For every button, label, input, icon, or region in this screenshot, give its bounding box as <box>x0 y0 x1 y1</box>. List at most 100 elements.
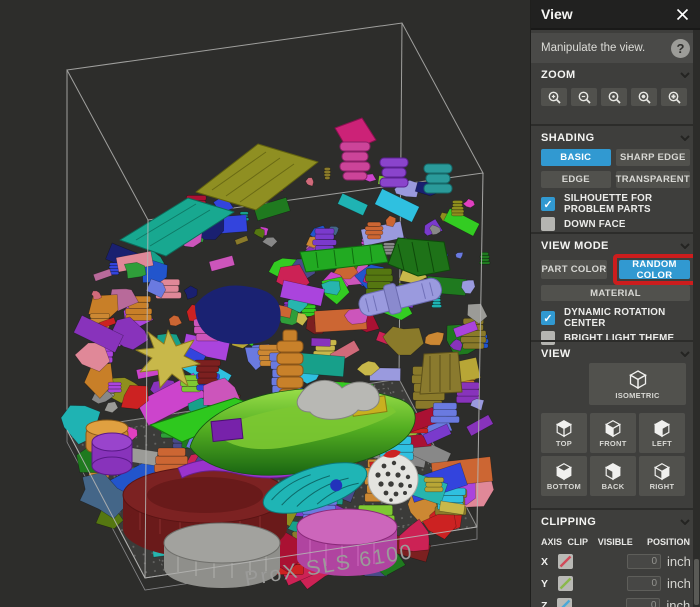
section-view-mode: VIEW MODE PART COLOR RANDOM COLOR MATERI… <box>531 235 700 345</box>
view-top-button[interactable]: TOP <box>541 413 587 453</box>
view-isometric-button[interactable]: ISOMETRIC <box>589 363 686 405</box>
view-button-label: BACK <box>602 482 625 491</box>
view-button-label: ISOMETRIC <box>615 391 659 400</box>
chevron-down-icon <box>680 135 690 141</box>
build-volume-scene: ProX SLS 6100 <box>0 0 530 607</box>
unit-label: inch <box>667 576 691 591</box>
close-icon <box>676 8 689 21</box>
zoom-fit-icon <box>637 90 652 105</box>
zoom-fit-button[interactable] <box>631 88 657 106</box>
section-label-view: VIEW <box>541 348 571 360</box>
help-text: Manipulate the view. <box>541 42 645 54</box>
section-label-clipping: CLIPPING <box>541 516 596 528</box>
close-button[interactable] <box>674 6 690 22</box>
view-right-button[interactable]: RIGHT <box>639 456 685 496</box>
zoom-in-button[interactable] <box>541 88 567 106</box>
silhouette-checkbox-row[interactable]: ✓ SILHOUETTE FOR PROBLEM PARTS <box>541 197 690 211</box>
cube-front-icon <box>603 418 623 438</box>
view-left-button[interactable]: LEFT <box>639 413 685 453</box>
zoom-out-icon <box>577 90 592 105</box>
panel-titlebar: View <box>531 0 700 30</box>
section-header-view-mode[interactable]: VIEW MODE <box>541 235 690 257</box>
clip-slash-icon <box>557 598 572 607</box>
clip-checkbox-z[interactable] <box>557 598 572 607</box>
chevron-down-icon <box>680 243 690 249</box>
section-header-clipping[interactable]: CLIPPING <box>541 511 690 533</box>
unit-label: inch <box>666 598 690 607</box>
view-button-label: RIGHT <box>650 482 675 491</box>
checkbox-silhouette[interactable]: ✓ <box>541 197 555 211</box>
section-label-shading: SHADING <box>541 132 595 144</box>
panel-scrollbar[interactable] <box>693 30 700 607</box>
clip-checkbox-x[interactable] <box>558 554 573 569</box>
view-button-label: LEFT <box>652 439 672 448</box>
column-visible: VISIBLE <box>598 537 647 547</box>
view-button-label: BOTTOM <box>547 482 581 491</box>
section-label-zoom: ZOOM <box>541 69 576 81</box>
position-input-y[interactable] <box>627 576 661 591</box>
zoom-point-icon <box>607 90 622 105</box>
section-header-shading[interactable]: SHADING <box>541 127 690 149</box>
zoom-point-button[interactable] <box>601 88 627 106</box>
zoom-selected-button[interactable] <box>661 88 687 106</box>
zoom-toolbar <box>541 88 690 106</box>
view-back-button[interactable]: BACK <box>590 456 636 496</box>
section-zoom: ZOOM <box>531 64 700 106</box>
view-front-button[interactable]: FRONT <box>590 413 636 453</box>
section-header-zoom[interactable]: ZOOM <box>541 64 690 86</box>
position-input-x[interactable] <box>627 554 661 569</box>
clipping-row-z: Z inch <box>541 597 690 607</box>
unit-label: inch <box>667 554 691 569</box>
divider <box>531 508 700 510</box>
panel-title: View <box>541 6 573 22</box>
column-position: POSITION <box>647 537 690 547</box>
section-header-view[interactable]: VIEW <box>541 343 690 365</box>
clip-checkbox-y[interactable] <box>558 576 573 591</box>
cube-right-icon <box>652 461 672 481</box>
application-window: ProX SLS 6100 View Manipulate the view. … <box>0 0 700 607</box>
divider <box>531 232 700 234</box>
checkbox-label: DYNAMIC ROTATION CENTER <box>564 307 690 329</box>
chevron-down-icon <box>680 72 690 78</box>
checkbox-down-face[interactable]: ✓ <box>541 217 555 231</box>
help-row: Manipulate the view. ? <box>531 33 700 63</box>
view-button-label: FRONT <box>599 439 626 448</box>
clipping-row-x: X inch <box>541 553 690 570</box>
3d-viewport[interactable]: ProX SLS 6100 <box>0 0 530 607</box>
axis-label: Y <box>541 578 548 590</box>
shading-sharp-edge-button[interactable]: SHARP EDGE <box>616 149 690 166</box>
shading-basic-button[interactable]: BASIC <box>541 149 611 166</box>
chevron-down-icon <box>680 519 690 525</box>
cube-isometric-icon <box>627 368 649 390</box>
zoom-selected-icon <box>667 90 682 105</box>
cube-left-icon <box>652 418 672 438</box>
section-shading: SHADING BASIC SHARP EDGE EDGE TRANSPAREN… <box>531 127 700 231</box>
zoom-in-icon <box>547 90 562 105</box>
checkbox-label: SILHOUETTE FOR PROBLEM PARTS <box>564 193 690 215</box>
zoom-out-button[interactable] <box>571 88 597 106</box>
part-color-button[interactable]: PART COLOR <box>541 260 607 279</box>
checkbox-dynamic-rotation[interactable]: ✓ <box>541 311 555 325</box>
view-button-label: TOP <box>556 439 572 448</box>
column-axis: AXIS <box>541 537 568 547</box>
shading-edge-button[interactable]: EDGE <box>541 171 611 188</box>
help-icon[interactable]: ? <box>671 39 690 58</box>
material-button[interactable]: MATERIAL <box>541 285 690 301</box>
view-bottom-button[interactable]: BOTTOM <box>541 456 587 496</box>
divider <box>531 124 700 126</box>
clip-slash-icon <box>558 554 573 569</box>
scrollbar-thumb[interactable] <box>694 559 699 605</box>
down-face-checkbox-row[interactable]: ✓ DOWN FACE <box>541 217 690 231</box>
shading-transparent-button[interactable]: TRANSPARENT <box>616 171 690 188</box>
section-clipping: CLIPPING AXIS CLIP VISIBLE POSITION X in… <box>531 511 700 607</box>
clip-slash-icon <box>558 576 573 591</box>
dynamic-rotation-checkbox-row[interactable]: ✓ DYNAMIC ROTATION CENTER <box>541 311 690 325</box>
section-label-view-mode: VIEW MODE <box>541 240 609 252</box>
clipping-column-headers: AXIS CLIP VISIBLE POSITION <box>541 536 690 548</box>
chevron-down-icon <box>680 351 690 357</box>
divider <box>531 340 700 342</box>
random-color-button[interactable]: RANDOM COLOR <box>619 260 690 279</box>
cube-bottom-icon <box>554 461 574 481</box>
position-input-z[interactable] <box>626 598 660 607</box>
checkbox-label: DOWN FACE <box>564 219 626 230</box>
